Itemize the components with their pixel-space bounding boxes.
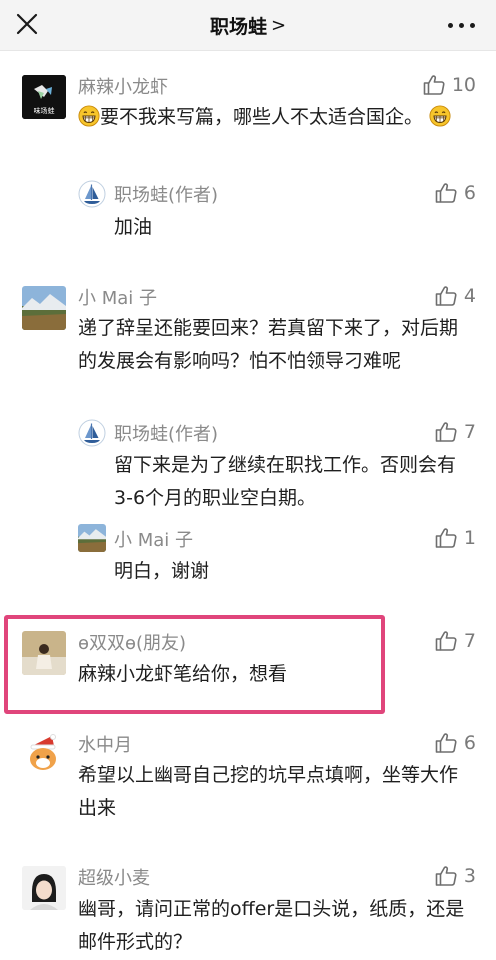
more-icon-dot xyxy=(459,23,464,28)
sailboat-icon xyxy=(78,180,106,208)
commenter-name[interactable]: 小 Mai 子 xyxy=(78,284,157,310)
comment-text: 要不我来写篇，哪些人不太适合国企。 xyxy=(78,101,468,134)
grin-emoji-icon xyxy=(78,105,100,127)
avatar-image xyxy=(22,732,66,776)
like-button[interactable]: 1 xyxy=(434,526,476,550)
sailboat-icon xyxy=(78,419,106,447)
like-button[interactable]: 4 xyxy=(434,284,476,308)
comment-text-content: 要不我来写篇，哪些人不太适合国企。 xyxy=(100,106,424,128)
like-count: 6 xyxy=(463,182,476,204)
avatar-text: 味场蛙 xyxy=(34,106,55,115)
thumbs-up-icon xyxy=(434,864,458,888)
like-button[interactable]: 10 xyxy=(422,73,476,97)
like-count: 4 xyxy=(463,285,476,307)
like-count: 10 xyxy=(451,74,476,96)
reply-author-name[interactable]: 职场蛙(作者) xyxy=(114,420,218,446)
reply-author-name[interactable]: 职场蛙(作者) xyxy=(114,181,218,207)
more-icon-dot xyxy=(470,23,475,28)
avatar[interactable]: 味场蛙 xyxy=(22,75,66,119)
thumbs-up-icon xyxy=(434,181,458,205)
thumbs-up-icon xyxy=(434,420,458,444)
account-title[interactable]: 职场蛙 > xyxy=(0,0,496,50)
grin-emoji-icon xyxy=(429,105,451,127)
top-navigation-bar: 职场蛙 > xyxy=(0,0,496,51)
page-title: 职场蛙 xyxy=(209,15,267,38)
avatar-image xyxy=(22,286,66,330)
avatar[interactable] xyxy=(78,524,106,552)
like-count: 3 xyxy=(463,865,476,887)
like-button[interactable]: 6 xyxy=(434,731,476,755)
reply-text: 留下来是为了继续在职找工作。否则会有3-6个月的职业空白期。 xyxy=(114,454,457,509)
like-button[interactable]: 3 xyxy=(434,864,476,888)
more-button[interactable] xyxy=(448,18,476,32)
like-button[interactable]: 6 xyxy=(434,181,476,205)
avatar[interactable] xyxy=(22,732,66,776)
like-count: 7 xyxy=(463,421,476,443)
comment-list: 味场蛙 麻辣小龙虾 10 要不我来写篇，哪些人不太适合国企。 职场蛙(作者) 6… xyxy=(0,51,496,960)
thumbs-up-icon xyxy=(434,731,458,755)
avatar-image: 味场蛙 xyxy=(22,75,66,119)
thumbs-up-icon xyxy=(422,73,446,97)
avatar[interactable] xyxy=(22,631,66,675)
thumbs-up-icon xyxy=(434,284,458,308)
commenter-name[interactable]: ɵ双双ɵ(朋友) xyxy=(78,629,186,655)
avatar-image xyxy=(22,631,66,675)
avatar-image xyxy=(78,524,106,552)
reply-author-name[interactable]: 小 Mai 子 xyxy=(114,526,193,552)
comment-text: 麻辣小龙虾笔给你，想看 xyxy=(78,663,288,685)
like-count: 1 xyxy=(463,527,476,549)
avatar[interactable] xyxy=(22,286,66,330)
commenter-name[interactable]: 超级小麦 xyxy=(78,864,150,890)
more-icon xyxy=(448,23,453,28)
like-count: 6 xyxy=(463,732,476,754)
chevron-right-icon: > xyxy=(270,14,287,36)
comment-text: 幽哥，请问正常的offer是口头说，纸质，还是邮件形式的？ xyxy=(78,898,465,953)
commenter-name[interactable]: 水中月 xyxy=(78,731,132,757)
thumbs-up-icon xyxy=(434,629,458,653)
commenter-name[interactable]: 麻辣小龙虾 xyxy=(78,73,168,99)
comment-text: 希望以上幽哥自己挖的坑早点填啊，坐等大作出来 xyxy=(78,764,459,819)
like-button[interactable]: 7 xyxy=(434,420,476,444)
author-avatar[interactable] xyxy=(78,419,106,447)
reply-text: 明白，谢谢 xyxy=(114,560,210,582)
thumbs-up-icon xyxy=(434,526,458,550)
avatar-image xyxy=(22,866,66,910)
reply-text: 加油 xyxy=(114,216,153,238)
comment-text: 递了辞呈还能要回来？若真留下来了，对后期的发展会有影响吗？怕不怕领导刁难呢 xyxy=(78,317,459,372)
avatar[interactable] xyxy=(22,866,66,910)
author-avatar[interactable] xyxy=(78,180,106,208)
like-count: 7 xyxy=(463,630,476,652)
like-button[interactable]: 7 xyxy=(434,629,476,653)
